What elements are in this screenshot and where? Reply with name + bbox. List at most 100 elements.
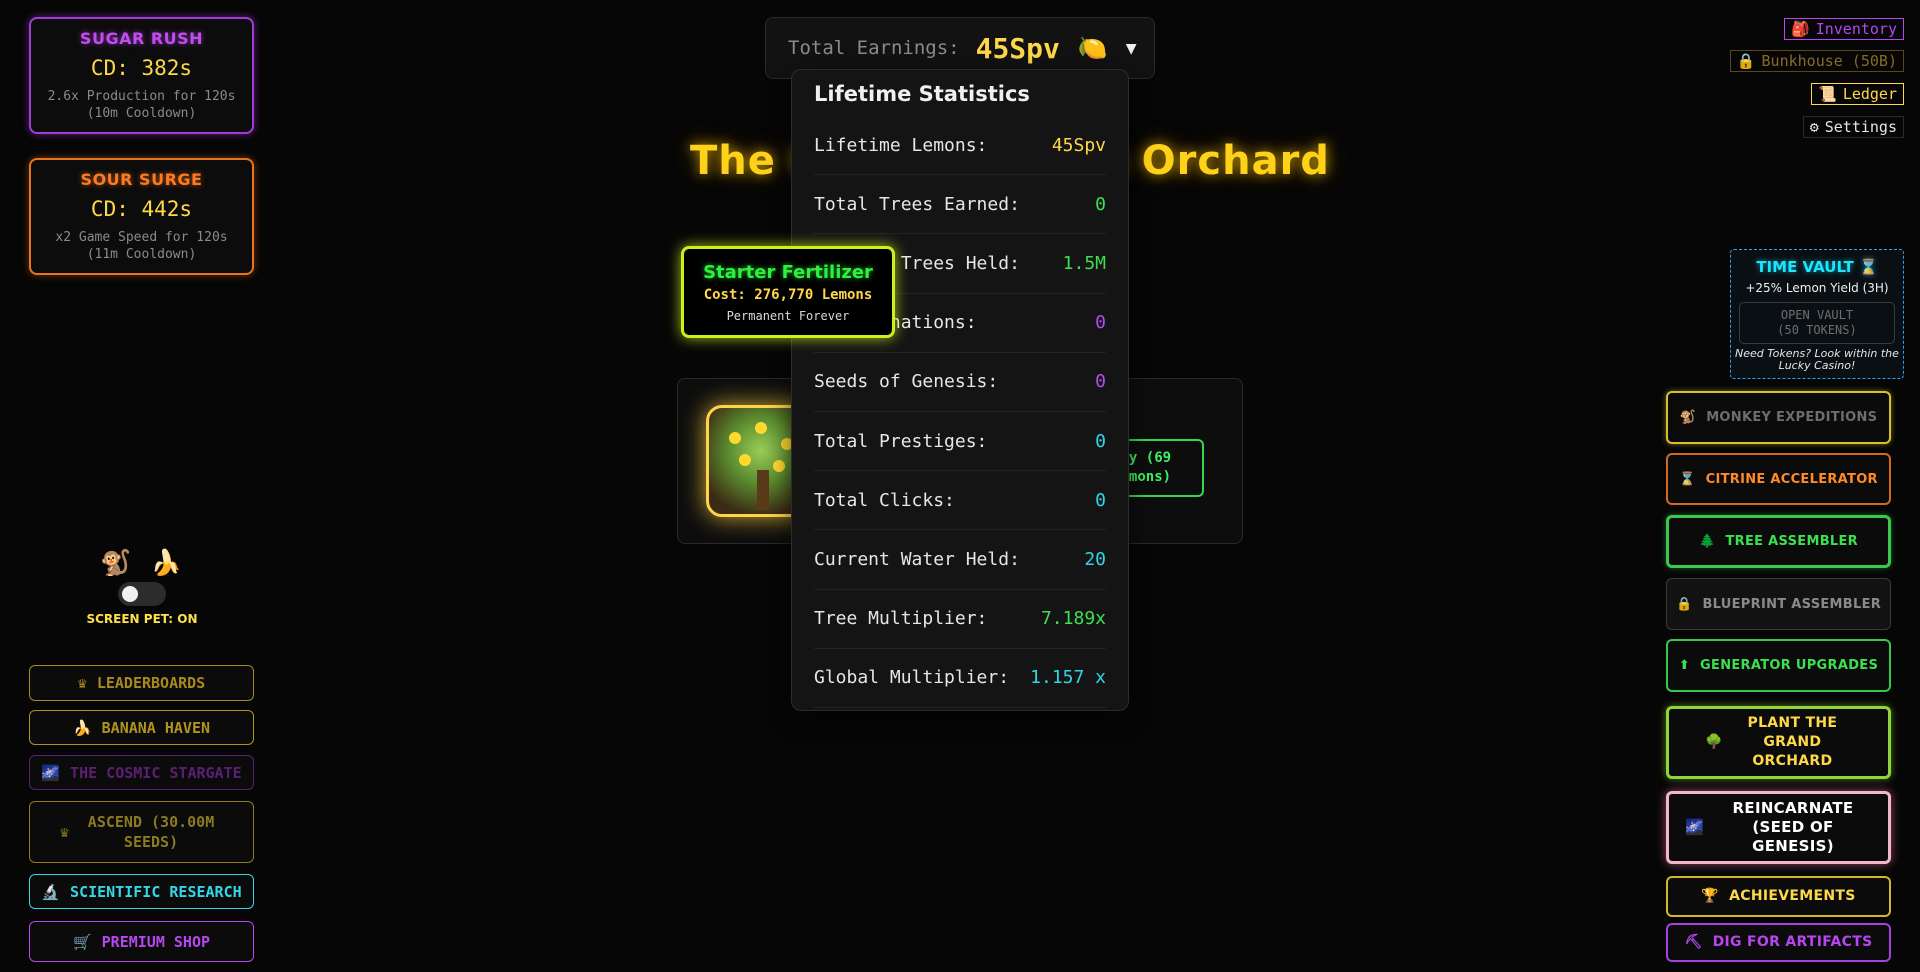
stat-value: 0	[1095, 371, 1106, 393]
lock-icon: 🔒	[1675, 596, 1693, 612]
ability-title: SOUR SURGE	[80, 170, 203, 189]
ability-cooldown-note: (11m Cooldown)	[86, 247, 197, 262]
button-label: DIG FOR ARTIFACTS	[1712, 934, 1873, 950]
time-vault: TIME VAULT ⌛ +25% Lemon Yield (3H) OPEN …	[1730, 249, 1904, 379]
button-label: REINCARNATE (SEED OF GENESIS)	[1732, 799, 1854, 855]
stat-value: 0	[1095, 312, 1106, 334]
chevron-down-icon[interactable]: ▼	[1126, 38, 1137, 59]
sour-surge-ability[interactable]: SOUR SURGE CD: 442s x2 Game Speed for 12…	[29, 158, 254, 275]
reincarnate-button[interactable]: 🌌 REINCARNATE (SEED OF GENESIS)	[1666, 791, 1891, 864]
cart-icon: 🛒	[72, 932, 92, 951]
link-label: Bunkhouse (50B)	[1761, 52, 1897, 70]
button-label: BANANA HAVEN	[101, 718, 211, 737]
leaderboards-button[interactable]: ♛ LEADERBOARDS	[29, 665, 254, 701]
backpack-icon: 🎒	[1791, 20, 1810, 38]
stat-value: 45Spv	[1051, 134, 1106, 156]
up-arrow-icon: ⬆	[1678, 658, 1691, 673]
stat-row: Tree Multiplier: 7.189x	[814, 590, 1106, 649]
stat-label: Lifetime Lemons:	[814, 134, 988, 156]
vault-note: Need Tokens? Look within the Lucky Casin…	[1735, 347, 1899, 372]
microscope-icon: 🔬	[41, 882, 61, 901]
upgrade-tooltip: Starter Fertilizer Cost: 276,770 Lemons …	[681, 246, 895, 338]
stat-row: Total Prestiges: 0	[814, 412, 1106, 472]
stat-label: Total Clicks:	[814, 489, 955, 511]
crown-icon: ♛	[60, 823, 70, 841]
inventory-link[interactable]: 🎒 Inventory	[1784, 18, 1904, 40]
screen-pet: 🐒 🍌 SCREEN PET: ON	[86, 548, 197, 626]
ability-cooldown: CD: 382s	[90, 56, 193, 80]
plant-grand-orchard-button[interactable]: 🌳 PLANT THE GRAND ORCHARD	[1666, 706, 1891, 779]
ability-cooldown-note: (10m Cooldown)	[86, 106, 197, 121]
button-label: BLUEPRINT ASSEMBLER	[1702, 596, 1882, 612]
stat-value: 0	[1095, 430, 1106, 452]
settings-link[interactable]: ⚙ Settings	[1802, 116, 1904, 138]
cosmic-stargate-button[interactable]: 🌌 THE COSMIC STARGATE	[29, 755, 254, 790]
button-label: ACHIEVEMENTS	[1729, 888, 1856, 904]
banana-haven-button[interactable]: 🍌 BANANA HAVEN	[29, 710, 254, 745]
stat-label: Total Prestiges:	[814, 430, 988, 452]
link-label: Ledger	[1842, 85, 1897, 103]
monkey-icon: 🐒	[1679, 410, 1697, 425]
monkey-expeditions-button[interactable]: 🐒 MONKEY EXPEDITIONS	[1666, 391, 1891, 444]
stat-label: Seeds of Genesis:	[814, 371, 999, 393]
sugar-rush-ability[interactable]: SUGAR RUSH CD: 382s 2.6x Production for …	[29, 17, 254, 134]
button-label: LEADERBOARDS	[96, 674, 206, 692]
lemon-icon: 🍋	[1077, 34, 1108, 62]
vault-yield: +25% Lemon Yield (3H)	[1745, 281, 1889, 295]
vault-title: TIME VAULT ⌛	[1756, 258, 1878, 276]
button-label: GENERATOR UPGRADES	[1700, 658, 1879, 673]
ability-title: SUGAR RUSH	[79, 29, 204, 48]
button-label: CITRINE ACCELERATOR	[1705, 471, 1878, 487]
dig-artifacts-button[interactable]: ⛏ DIG FOR ARTIFACTS	[1666, 923, 1891, 962]
stat-label: Current Water Held:	[814, 548, 1020, 570]
tree-icon: 🌲	[1699, 534, 1716, 549]
screen-pet-toggle[interactable]	[118, 582, 166, 606]
ascend-button[interactable]: ♛ ASCEND (30.00M SEEDS)	[29, 801, 254, 863]
tooltip-note: Permanent Forever	[726, 309, 850, 323]
banana-icon: 🍌	[72, 718, 92, 737]
monkey-banana-icon: 🐒 🍌	[100, 548, 184, 577]
stat-row: Current Water Held: 20	[814, 530, 1106, 590]
stat-row: Total Trees Earned: 0	[814, 175, 1106, 235]
screen-pet-label: SCREEN PET: ON	[86, 612, 198, 626]
stat-value: 0	[1095, 193, 1106, 215]
crown-icon: ♛	[77, 674, 87, 692]
ability-desc: x2 Game Speed for 120s	[55, 230, 228, 245]
tree-assembler-button[interactable]: 🌲 TREE ASSEMBLER	[1666, 515, 1891, 568]
galaxy-icon: 🌌	[41, 763, 61, 782]
button-label: PREMIUM SHOP	[101, 932, 211, 951]
tree-icon: 🌳	[1705, 734, 1723, 750]
stats-title: Lifetime Statistics	[814, 82, 1030, 106]
stat-value: 20	[1084, 548, 1106, 570]
ledger-link[interactable]: 📜 Ledger	[1811, 83, 1904, 105]
generator-upgrades-button[interactable]: ⬆ GENERATOR UPGRADES	[1666, 639, 1891, 692]
trophy-icon: 🏆	[1701, 888, 1720, 904]
gear-icon: ⚙	[1809, 118, 1819, 136]
scientific-research-button[interactable]: 🔬 SCIENTIFIC RESEARCH	[29, 874, 254, 909]
stat-row: Lifetime Lemons: 45Spv	[814, 116, 1106, 176]
blueprint-assembler-button[interactable]: 🔒 BLUEPRINT ASSEMBLER	[1666, 578, 1891, 630]
stat-label: Global Multiplier:	[814, 667, 1010, 689]
stat-row: Global Multiplier: 1.157 x	[814, 649, 1106, 708]
stat-row: Seeds of Genesis: 0	[814, 353, 1106, 412]
hourglass-icon: ⌛	[1679, 471, 1696, 487]
button-label: ASCEND (30.00M SEEDS)	[87, 813, 215, 851]
tooltip-title: Starter Fertilizer	[703, 262, 873, 283]
pickaxe-icon: ⛏	[1684, 934, 1703, 950]
ability-desc: 2.6x Production for 120s	[47, 89, 236, 104]
stat-value: 0	[1095, 489, 1106, 511]
premium-shop-button[interactable]: 🛒 PREMIUM SHOP	[29, 921, 254, 962]
citrine-accelerator-button[interactable]: ⌛ CITRINE ACCELERATOR	[1666, 453, 1891, 505]
stat-row: Total Clicks: 0	[814, 471, 1106, 531]
achievements-button[interactable]: 🏆 ACHIEVEMENTS	[1666, 876, 1891, 917]
lock-icon: 🔒	[1736, 52, 1756, 70]
button-label: SCIENTIFIC RESEARCH	[70, 882, 242, 901]
bunkhouse-link[interactable]: 🔒 Bunkhouse (50B)	[1729, 50, 1904, 72]
button-label: TREE ASSEMBLER	[1725, 534, 1858, 549]
open-vault-button[interactable]: OPEN VAULT (50 TOKENS)	[1739, 302, 1895, 344]
button-label: MONKEY EXPEDITIONS	[1706, 410, 1878, 425]
ability-cooldown: CD: 442s	[90, 197, 193, 221]
link-label: Settings	[1824, 118, 1897, 136]
lifetime-stats-panel: Lifetime Statistics Lifetime Lemons: 45Sp…	[791, 69, 1129, 711]
link-label: Inventory	[1815, 20, 1897, 38]
